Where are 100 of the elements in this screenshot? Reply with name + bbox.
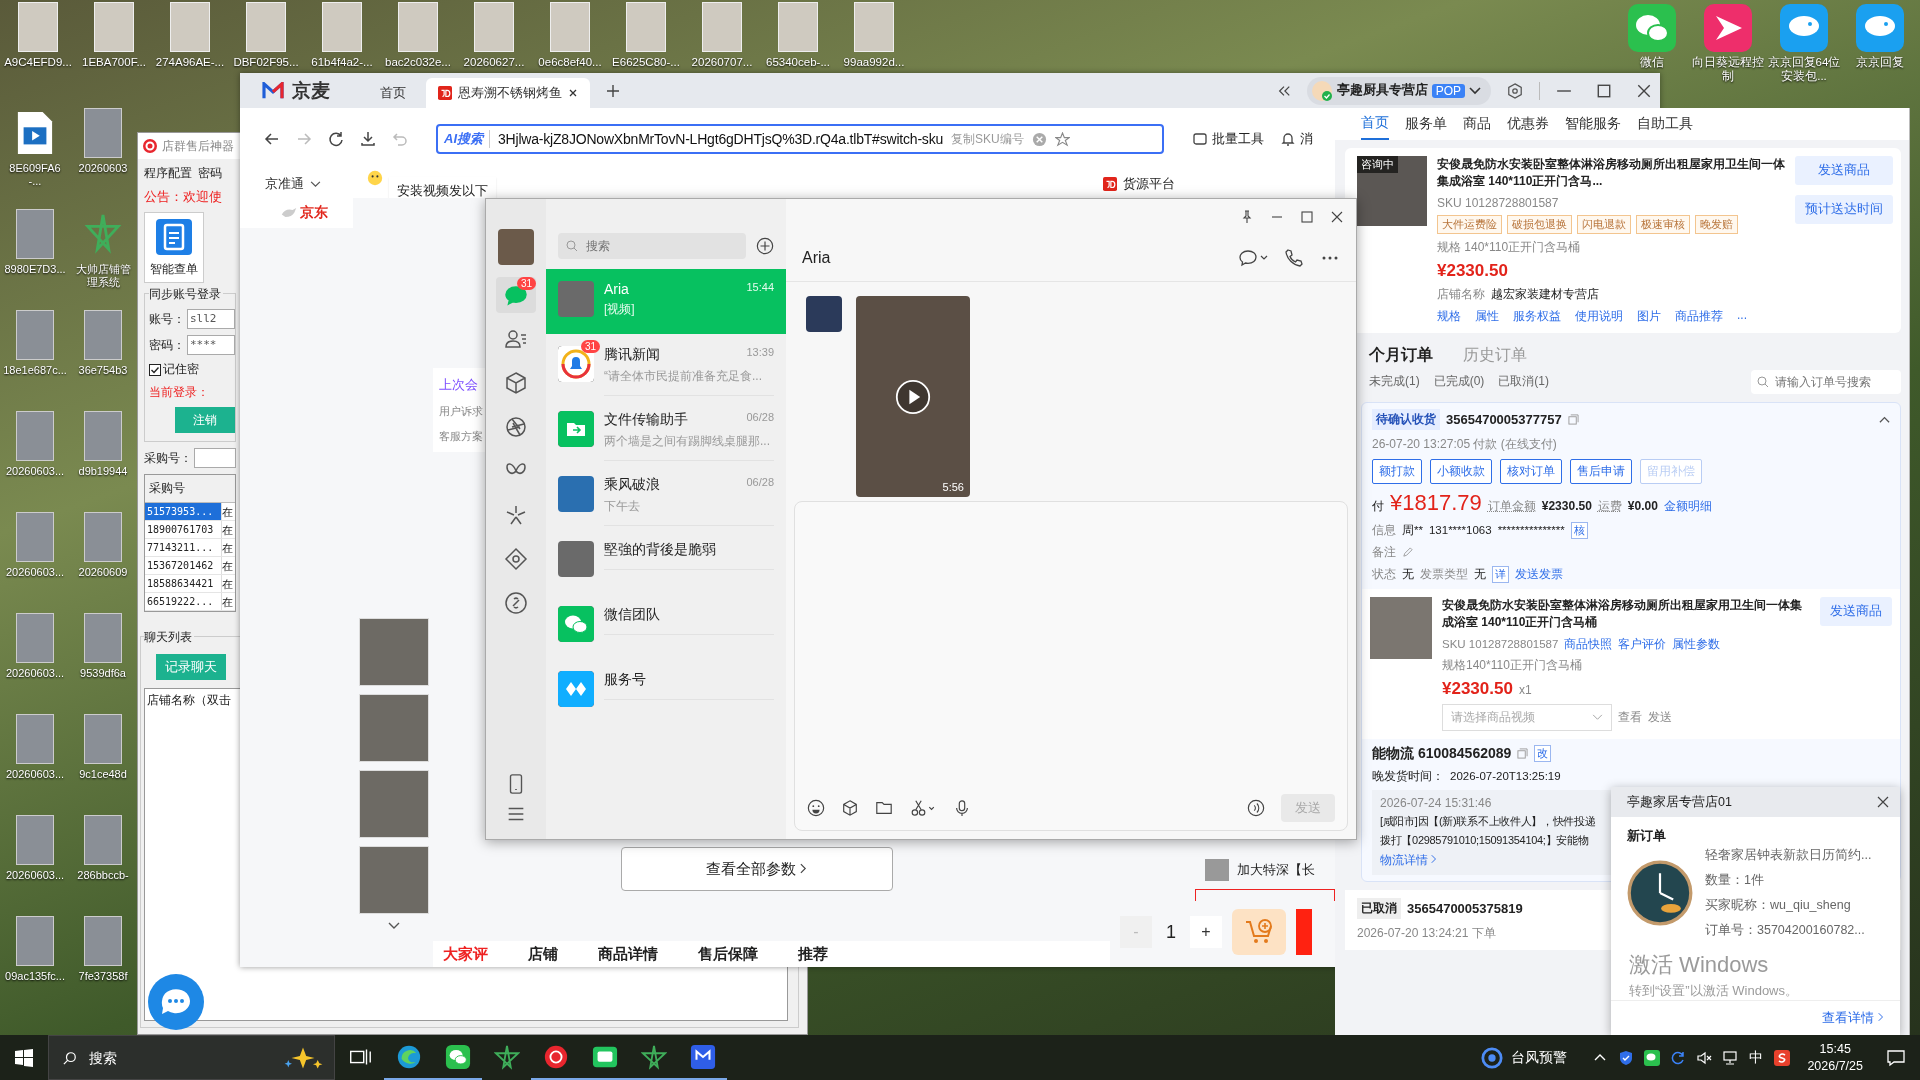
close-icon[interactable]: [1330, 209, 1344, 224]
clock-date[interactable]: 2026/7/25: [1807, 1057, 1863, 1075]
file-thumbnail[interactable]: [84, 916, 122, 966]
shortcut-label[interactable]: 向日葵远程控制: [1691, 56, 1765, 84]
store-selector[interactable]: 亭趣厨具专营店 POP: [1306, 76, 1491, 105]
microphone-icon[interactable]: [953, 799, 971, 817]
browser-tab[interactable]: 恩寿溯不锈钢烤鱼: [426, 78, 590, 108]
address-bar[interactable]: AI搜索 3Hjlwa-kjZ8JONowXbnMrTovN-LHgt6gDHTjsQ%3D.rQ4a.tlbT#switch-sku 复制SKU编号: [436, 124, 1164, 154]
action-outline[interactable]: [1195, 889, 1335, 901]
file-label[interactable]: 20260603: [78, 162, 128, 176]
file-label[interactable]: 36e754b3: [78, 364, 128, 378]
file-thumbnail[interactable]: [16, 411, 54, 461]
action-button[interactable]: 预计送达时间: [1795, 195, 1893, 224]
table-row[interactable]: 77143211... 在: [145, 539, 235, 557]
table-row[interactable]: 51573953... 在: [145, 503, 235, 521]
order-action-button[interactable]: 售后申请: [1570, 458, 1632, 484]
messages-link[interactable]: 消: [1300, 130, 1313, 148]
panel-tab[interactable]: 首页: [1361, 108, 1389, 140]
settings-icon[interactable]: [1507, 82, 1523, 99]
browser-tab[interactable]: 首页: [368, 78, 418, 108]
product-photo[interactable]: [359, 618, 429, 686]
logistics-detail-link[interactable]: 物流详情: [1380, 851, 1438, 869]
speaker-muted-icon[interactable]: [1696, 1049, 1713, 1066]
pin-icon[interactable]: [1240, 209, 1254, 224]
file-label[interactable]: 20260609: [78, 566, 128, 580]
box-icon[interactable]: [841, 799, 859, 817]
bell-icon[interactable]: [1280, 131, 1296, 147]
add-icon[interactable]: [756, 237, 774, 255]
amount-detail-link[interactable]: 金额明细: [1663, 497, 1712, 515]
voice-icon[interactable]: [1247, 799, 1265, 817]
folder-icon[interactable]: [875, 799, 893, 817]
item-link[interactable]: 客户评价: [1618, 636, 1667, 652]
order-action-button[interactable]: 核对订单: [1500, 458, 1562, 484]
detail-tab[interactable]: 商品详情: [598, 945, 658, 967]
smart-query-button[interactable]: 智能查单: [144, 212, 204, 283]
file-label[interactable]: E6625C80-...: [612, 56, 680, 70]
file-thumbnail[interactable]: [16, 209, 54, 259]
view-params-button[interactable]: 查看全部参数: [620, 847, 893, 891]
detail-tab[interactable]: 大家评: [443, 945, 488, 967]
file-thumbnail[interactable]: [84, 815, 122, 865]
chat-list-item[interactable]: 31 腾讯新闻 13:39 “请全体市民提前准备充足食...: [546, 334, 786, 399]
table-cell[interactable]: 15367201462: [145, 557, 221, 574]
chat-list-item[interactable]: 微信团队: [546, 594, 786, 659]
play-icon[interactable]: [895, 378, 931, 415]
dog-head-icon[interactable]: [1780, 4, 1828, 52]
table-row[interactable]: 18588634421 在: [145, 575, 235, 593]
file-thumbnail[interactable]: [84, 411, 122, 461]
chat-list-item[interactable]: 文件传输助手 06/28 两个墙是之间有踢脚线桌腿那...: [546, 399, 786, 464]
ai-search-label[interactable]: AI搜索: [444, 130, 490, 148]
file-thumbnail[interactable]: [84, 512, 122, 562]
menu-item[interactable]: 程序配置: [144, 165, 192, 182]
batch-tools-link[interactable]: 批量工具: [1212, 130, 1264, 148]
account-field[interactable]: sll2: [187, 309, 235, 329]
detail-tab[interactable]: 店铺: [528, 945, 558, 967]
file-label[interactable]: 大帅店铺管理系统: [71, 263, 135, 290]
chat-bubble-icon[interactable]: [148, 974, 204, 1030]
product-photo[interactable]: [359, 694, 429, 762]
maximize-icon[interactable]: [1596, 82, 1612, 99]
file-label[interactable]: DBF02F95...: [233, 56, 299, 70]
phone-call-icon[interactable]: [1284, 247, 1304, 268]
view-details-link[interactable]: 查看详情: [1822, 1009, 1884, 1027]
file-label[interactable]: 9c1ce48d: [79, 768, 127, 782]
info-link[interactable]: 图片: [1637, 307, 1661, 325]
file-thumbnail[interactable]: [84, 613, 122, 663]
remember-checkbox[interactable]: [149, 363, 161, 376]
file-label[interactable]: 65340ceb-...: [766, 56, 830, 70]
file-label[interactable]: 274A96AE-...: [155, 56, 225, 70]
order-filter[interactable]: 未完成(1): [1369, 373, 1420, 391]
sync-icon[interactable]: [1670, 1049, 1687, 1066]
chat-options-icon[interactable]: [1238, 247, 1268, 268]
edit-badge[interactable]: 改: [1534, 745, 1552, 763]
purchase-field[interactable]: [194, 448, 236, 468]
s-logo-icon[interactable]: [1774, 1049, 1791, 1066]
clock-time[interactable]: 15:45: [1819, 1040, 1851, 1058]
view-link[interactable]: 查看: [1618, 708, 1642, 726]
taskbar-search-box[interactable]: 搜索: [48, 1035, 335, 1080]
panel-tab[interactable]: 自助工具: [1637, 109, 1693, 139]
table-cell[interactable]: 18900761703: [145, 521, 221, 538]
send-product-button[interactable]: 发送商品: [1820, 596, 1892, 626]
detail-tab[interactable]: 推荐: [798, 945, 828, 967]
table-cell[interactable]: 66519222...: [145, 593, 221, 610]
panel-tab[interactable]: 优惠券: [1507, 109, 1549, 139]
file-label[interactable]: 8E609FA6-...: [3, 162, 67, 189]
file-label[interactable]: 20260603...: [5, 869, 65, 883]
file-thumbnail[interactable]: [16, 310, 54, 360]
info-link[interactable]: 使用说明: [1575, 307, 1623, 325]
close-icon[interactable]: [1876, 795, 1890, 809]
checkbox-label[interactable]: 记住密: [163, 361, 199, 378]
detail-tab[interactable]: 售后保障: [698, 945, 758, 967]
source-platform-link[interactable]: 货源平台: [1123, 175, 1175, 193]
product-photo[interactable]: [359, 770, 429, 838]
order-search-input[interactable]: 请输入订单号搜索: [1773, 373, 1893, 390]
collapse-icon[interactable]: [1276, 84, 1291, 97]
sidebar-item[interactable]: 31: [496, 277, 536, 313]
table-cell[interactable]: 51573953...: [145, 503, 221, 520]
emoji-icon[interactable]: [807, 799, 825, 817]
jingzhuntong-menu[interactable]: 京准通: [265, 175, 304, 193]
file-label[interactable]: 99aa992d...: [843, 56, 905, 70]
shield-icon[interactable]: [1618, 1049, 1635, 1066]
shortcut-label[interactable]: 微信: [1615, 56, 1689, 70]
